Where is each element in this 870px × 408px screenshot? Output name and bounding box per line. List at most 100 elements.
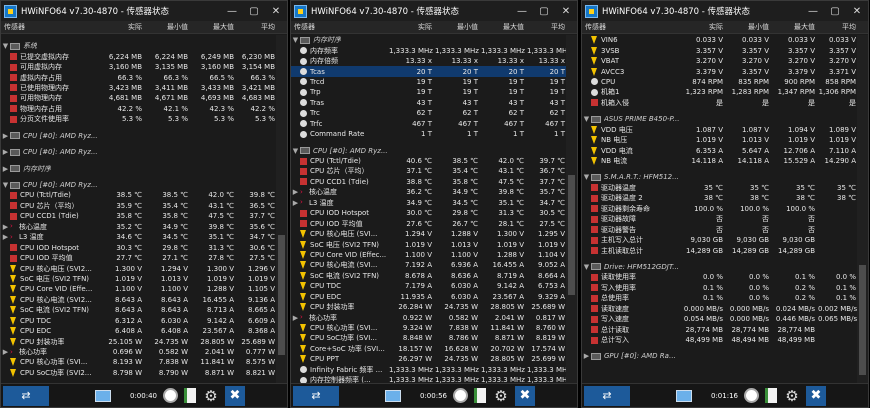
sensor-group-row[interactable]: ▼ ASUS PRIME B450-P...: [582, 114, 868, 124]
sensor-row[interactable]: Trcd 19 T 19 T 19 T 19 T: [291, 77, 577, 87]
sensor-row[interactable]: CPU SoC功率 (SVI2... 8.798 W 8.790 W 8.871 W 8…: [1, 368, 287, 378]
column-header-cell[interactable]: 最大值: [481, 22, 527, 32]
sensor-row[interactable]: Trfc 467 T 467 T 467 T 467 T: [291, 119, 577, 129]
sensor-row[interactable]: CPU TDC 6.312 A 6.030 A 9.142 A 6.609 A: [1, 316, 287, 326]
network-icon-button[interactable]: [91, 386, 115, 406]
log-button[interactable]: [761, 386, 781, 406]
sensor-row[interactable]: CPU Core VID (Effe... 1.100 V 1.100 V 1.288…: [1, 284, 287, 294]
expand-icon[interactable]: ▶: [1, 348, 10, 356]
sensor-row[interactable]: CPU 核心功率 (SVI... 8.193 W 7.838 W 11.841 W 8.…: [1, 357, 287, 367]
sensor-group-row[interactable]: ▼ 系统: [1, 41, 287, 51]
sensor-row[interactable]: 机箱入侵 是 是 是 是: [582, 98, 868, 108]
sensor-row[interactable]: NB 电压 1.019 V 1.013 V 1.019 V 1.019 V: [582, 135, 868, 145]
maximize-button[interactable]: ▢: [533, 1, 555, 21]
navigate-arrows-button[interactable]: ⇄: [3, 385, 49, 406]
sensor-row[interactable]: SoC 电压 (SVI2 TFN) 1.019 V 1.013 V 1.019 V 1.…: [1, 274, 287, 284]
collapse-icon[interactable]: ▼: [291, 36, 300, 44]
sensor-row[interactable]: 已提交虚拟内存 6,224 MB 6,224 MB 6,249 MB 6,230 MB: [1, 51, 287, 61]
sensor-row[interactable]: ▶ › 核心功率 0.696 W 0.582 W 2.041 W 0.777 W: [1, 347, 287, 357]
sensor-row[interactable]: 可用物理内存 4,681 MB 4,671 MB 4,693 MB 4,683 MB: [1, 93, 287, 103]
settings-button[interactable]: ⚙: [200, 386, 222, 406]
sensor-row[interactable]: SoC 电流 (SVI2 TFN) 8.643 A 8.643 A 8.713 A 8.…: [1, 305, 287, 315]
settings-button[interactable]: ⚙: [781, 386, 803, 406]
close-sensors-button[interactable]: ✖: [515, 385, 535, 406]
close-window-button[interactable]: ✕: [265, 1, 287, 21]
sensor-row[interactable]: CPU TDC 7.179 A 6.030 A 9.142 A 6.753 A: [291, 281, 577, 291]
sensor-row[interactable]: CPU IOD 平均值 27.6 ℃ 26.7 ℃ 28.1 ℃ 27.5 ℃: [291, 218, 577, 228]
sensor-row[interactable]: VDD 电流 6.353 A 5.647 A 12.706 A 7.110 A: [582, 145, 868, 155]
maximize-button[interactable]: ▢: [824, 1, 846, 21]
sensor-row[interactable]: VDD 电压 1.087 V 1.087 V 1.094 V 1.089 V: [582, 125, 868, 135]
close-sensors-button[interactable]: ✖: [806, 385, 826, 406]
sensor-row[interactable]: CPU 核心电压 (SVI2... 1.300 V 1.294 V 1.300 V 1.…: [1, 263, 287, 273]
column-header-cell[interactable]: 传感器: [291, 22, 389, 32]
expand-icon[interactable]: ▶: [291, 188, 300, 196]
sensor-row[interactable]: CPU (Tctl/Tdie) 38.5 ℃ 38.5 ℃ 42.0 ℃ 39.8 ℃: [1, 190, 287, 200]
column-header-cell[interactable]: 最小值: [435, 22, 481, 32]
sensor-row[interactable]: Command Rate 1 T 1 T 1 T 1 T: [291, 129, 577, 139]
sensor-row[interactable]: 驱动器温度 2 38 ℃ 38 ℃ 38 ℃ 38 ℃: [582, 193, 868, 203]
sensor-row[interactable]: 主机读取总计 14,289 GB 14,289 GB 14,289 GB: [582, 245, 868, 255]
sensor-group-row[interactable]: ▼ CPU [#0]: AMD Ryz...: [291, 145, 577, 155]
clock-button[interactable]: [160, 386, 180, 406]
sensor-row[interactable]: CPU CCD1 (Tdie) 38.8 ℃ 35.8 ℃ 47.5 ℃ 37.7 ℃: [291, 177, 577, 187]
column-header-cell[interactable]: 平均: [527, 22, 568, 32]
sensor-row[interactable]: 总使用率 0.1 % 0.0 % 0.2 % 0.1 %: [582, 293, 868, 303]
log-button[interactable]: [180, 386, 200, 406]
column-header-cell[interactable]: 实际: [389, 22, 435, 32]
sensor-row[interactable]: 驱动器警告 否 否 否: [582, 224, 868, 234]
sensor-row[interactable]: CPU 874 RPM 835 RPM 900 RPM 858 RPM: [582, 77, 868, 87]
column-header-cell[interactable]: 最小值: [145, 22, 191, 32]
column-header-cell[interactable]: 最大值: [191, 22, 237, 32]
sensor-group-row[interactable]: ▼ 内存时序: [291, 35, 577, 45]
settings-button[interactable]: ⚙: [490, 386, 512, 406]
navigate-arrows-button[interactable]: ⇄: [584, 385, 630, 406]
scrollbar-thumb[interactable]: [859, 265, 866, 375]
log-button[interactable]: [470, 386, 490, 406]
sensor-row[interactable]: CPU EDC 11.935 A 6.030 A 23.567 A 9.329 A: [291, 292, 577, 302]
sensor-row[interactable]: CPU 核心电压 (SVI... 1.294 V 1.288 V 1.300 V 1.2…: [291, 229, 577, 239]
expand-icon[interactable]: ▶: [1, 233, 10, 241]
column-header-cell[interactable]: 最小值: [726, 22, 772, 32]
sensor-row[interactable]: CPU EDC 6.408 A 6.408 A 23.567 A 8.368 A: [1, 326, 287, 336]
sensor-row[interactable]: 物理内存占用 42.2 % 42.1 % 42.3 % 42.2 %: [1, 104, 287, 114]
expand-icon[interactable]: ▶: [1, 132, 10, 140]
scrollbar-thumb[interactable]: [568, 175, 575, 295]
sensor-row[interactable]: Tcas 20 T 20 T 20 T 20 T: [291, 66, 577, 77]
sensor-row[interactable]: 读取速度 0.000 MB/s 0.000 MB/s 0.024 MB/s 0.002 …: [582, 304, 868, 314]
sensor-row[interactable]: Tras 43 T 43 T 43 T 43 T: [291, 98, 577, 108]
sensor-row[interactable]: 读取使用率 0.0 % 0.0 % 0.1 % 0.0 %: [582, 272, 868, 282]
sensor-row[interactable]: ▶ › 核心功率 0.922 W 0.582 W 2.041 W 0.817 W: [291, 312, 577, 322]
sensor-row[interactable]: 机箱1 1,323 RPM 1,283 RPM 1,347 RPM 1,306 RPM: [582, 87, 868, 97]
clock-button[interactable]: [450, 386, 470, 406]
sensor-row[interactable]: Trc 62 T 62 T 62 T 62 T: [291, 108, 577, 118]
sensor-row[interactable]: 写入速度 0.054 MB/s 0.000 MB/s 0.446 MB/s 0.065 …: [582, 314, 868, 324]
sensor-row[interactable]: CPU 核心电流 (SVI... 7.192 A 6.936 A 16.455 A 9.…: [291, 260, 577, 270]
sensor-row[interactable]: SoC 电流 (SVI2 TFN) 8.678 A 8.636 A 8.719 A 8.…: [291, 271, 577, 281]
sensor-row[interactable]: 内存频率 1,333.3 MHz 1,333.3 MHz 1,333.3 MHz 1,3…: [291, 45, 577, 55]
sensor-row[interactable]: CPU 核心功率 (SVI... 9.324 W 7.838 W 11.841 W 8.…: [291, 323, 577, 333]
sensor-row[interactable]: CPU Core VID (Effec... 1.100 V 1.100 V 1.28…: [291, 250, 577, 260]
sensor-row[interactable]: CPU 芯片（平均） 35.9 ℃ 35.4 ℃ 43.1 ℃ 36.5 ℃: [1, 201, 287, 211]
sensor-row[interactable]: CPU 核心电流 (SVI2... 8.643 A 8.643 A 16.455 A 9…: [1, 295, 287, 305]
column-header-cell[interactable]: 实际: [99, 22, 145, 32]
collapse-icon[interactable]: ▼: [582, 173, 591, 181]
sensor-row[interactable]: 驱动器故障 否 否 否: [582, 214, 868, 224]
sensor-row[interactable]: 驱动器剩余寿命 100.0 % 100.0 % 100.0 %: [582, 204, 868, 214]
minimize-button[interactable]: —: [511, 1, 533, 21]
collapse-icon[interactable]: ▼: [1, 181, 10, 189]
clock-button[interactable]: [741, 386, 761, 406]
sensor-row[interactable]: NB 电流 14.118 A 14.118 A 15.529 A 14.290 A: [582, 156, 868, 166]
sensor-row[interactable]: ▶ › L3 温度 34.6 ℃ 34.5 ℃ 35.1 ℃ 34.7 ℃: [1, 232, 287, 242]
sensor-row[interactable]: CPU IOD Hotspot 30.0 ℃ 29.8 ℃ 31.3 ℃ 30.5 ℃: [291, 208, 577, 218]
sensor-row[interactable]: AVCC3 3.379 V 3.357 V 3.379 V 3.371 V: [582, 66, 868, 76]
sensor-row[interactable]: VIN6 0.033 V 0.033 V 0.033 V 0.033 V: [582, 35, 868, 45]
scrollbar-thumb[interactable]: [278, 235, 285, 355]
expand-icon[interactable]: ▶: [1, 148, 10, 156]
sensor-row[interactable]: 内存倍频 13.33 x 13.33 x 13.33 x 13.33 x: [291, 56, 577, 66]
sensor-row[interactable]: ▶ › L3 温度 34.9 ℃ 34.5 ℃ 35.1 ℃ 34.7 ℃: [291, 198, 577, 208]
sensor-row[interactable]: CPU 封装功率 25.105 W 24.735 W 28.805 W 25.689 W: [1, 336, 287, 346]
sensor-row[interactable]: 写入使用率 0.1 % 0.0 % 0.2 % 0.1 %: [582, 283, 868, 293]
sensor-row[interactable]: CPU 芯片（平均） 37.1 ℃ 35.4 ℃ 43.1 ℃ 36.7 ℃: [291, 166, 577, 176]
sensor-row[interactable]: ▶ › 核心温度 36.2 ℃ 34.9 ℃ 39.8 ℃ 35.7 ℃: [291, 187, 577, 197]
